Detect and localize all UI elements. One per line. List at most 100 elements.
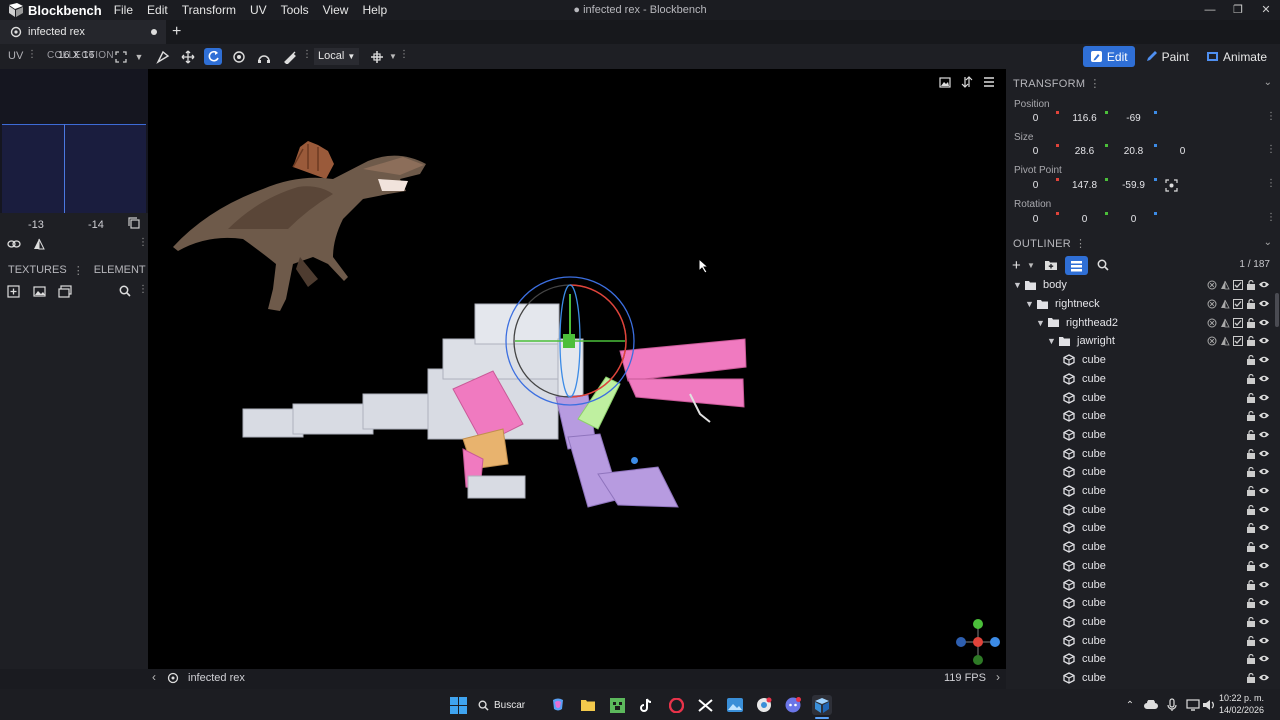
eye-icon[interactable]	[1257, 467, 1270, 477]
taskbar-search[interactable]: Buscar	[478, 695, 525, 715]
outliner-cube-row[interactable]: cube	[1006, 444, 1274, 463]
eye-icon[interactable]	[1257, 299, 1270, 309]
lock-icon[interactable]	[1244, 560, 1257, 571]
outliner-cube-row[interactable]: cube	[1006, 613, 1274, 632]
tiktok-icon[interactable]	[636, 695, 656, 715]
rotation-gizmo[interactable]	[503, 274, 638, 409]
export-toggle-icon[interactable]	[1205, 299, 1218, 309]
rotation-y-input[interactable]: 0	[1061, 212, 1108, 228]
lock-icon[interactable]	[1244, 542, 1257, 553]
mirror-toggle-icon[interactable]	[1218, 318, 1231, 328]
outliner-search-icon[interactable]	[1097, 259, 1109, 274]
export-toggle-icon[interactable]	[1205, 280, 1218, 290]
network-icon[interactable]	[1185, 697, 1201, 713]
size-x-input[interactable]: 0	[1012, 144, 1059, 160]
size-z-input[interactable]: 20.8	[1110, 144, 1157, 160]
expand-arrow-icon[interactable]: ▼	[1024, 299, 1035, 309]
blockbench-taskbar-icon[interactable]	[812, 695, 832, 715]
viewport-3d[interactable]	[148, 69, 1006, 669]
textures-tab[interactable]: TEXTURES	[8, 264, 67, 276]
outliner-group-row[interactable]: ▼ righthead2	[1006, 313, 1274, 332]
mode-animate-button[interactable]: Animate	[1199, 46, 1274, 67]
uv-coord-x[interactable]: -13	[28, 219, 44, 231]
uv-grid[interactable]	[2, 124, 146, 213]
export-toggle-icon[interactable]	[1205, 336, 1218, 346]
capcut-icon[interactable]	[695, 695, 715, 715]
uv-editor[interactable]	[0, 69, 148, 213]
outliner-cube-row[interactable]: cube	[1006, 575, 1274, 594]
outliner-cube-row[interactable]: cube	[1006, 557, 1274, 576]
lock-icon[interactable]	[1244, 616, 1257, 627]
lock-icon[interactable]	[1244, 579, 1257, 590]
pivot-tool-icon[interactable]	[230, 48, 248, 65]
outliner-cube-row[interactable]: cube	[1006, 426, 1274, 445]
outliner-cube-row[interactable]: cube	[1006, 482, 1274, 501]
vertex-tool-icon[interactable]	[255, 48, 273, 65]
tail-group[interactable]	[242, 393, 444, 438]
lock-icon[interactable]	[1244, 392, 1257, 403]
pivot-x-input[interactable]: 0	[1012, 178, 1059, 194]
transform-more-icon[interactable]: ⋮	[1089, 78, 1100, 90]
copy-icon[interactable]	[128, 217, 140, 232]
minecraft-icon[interactable]	[607, 695, 627, 715]
minimize-icon[interactable]: —	[1196, 0, 1224, 20]
lock-icon[interactable]	[1244, 299, 1257, 310]
expand-arrow-icon[interactable]: ▼	[1012, 280, 1023, 290]
leg-purple-group[interactable]	[555, 394, 679, 508]
menu-transform[interactable]: Transform	[182, 3, 236, 17]
pivot-more-icon[interactable]: ⋮	[1266, 178, 1276, 189]
mode-paint-button[interactable]: Paint	[1138, 46, 1196, 67]
pivot-y-input[interactable]: 147.8	[1061, 178, 1108, 194]
position-more-icon[interactable]: ⋮	[1266, 111, 1276, 122]
search-icon[interactable]	[119, 285, 131, 300]
rotation-more-icon[interactable]: ⋮	[1266, 212, 1276, 223]
maximize-icon[interactable]: ❐	[1224, 0, 1252, 20]
file-explorer-icon[interactable]	[578, 695, 598, 715]
windows-start-icon[interactable]	[448, 695, 468, 715]
lock-icon[interactable]	[1244, 654, 1257, 665]
transform-collapse-icon[interactable]: ⌄	[1264, 77, 1272, 88]
position-z-input[interactable]: -69	[1110, 111, 1157, 127]
textures-more-icon[interactable]: ⋮	[73, 264, 84, 277]
chevron-right-icon[interactable]: ›	[996, 670, 1000, 684]
tools-more-icon[interactable]: ⋮	[302, 49, 312, 60]
system-clock[interactable]: 10:22 p. m. 14/02/2026	[1219, 692, 1264, 716]
lock-icon[interactable]	[1244, 317, 1257, 328]
viewport-menu-icon[interactable]	[978, 74, 1000, 90]
eye-icon[interactable]	[1257, 542, 1270, 552]
eye-icon[interactable]	[1257, 318, 1270, 328]
toolbar-more-icon[interactable]: ⋮	[399, 49, 409, 60]
position-y-input[interactable]: 116.6	[1061, 111, 1108, 127]
brush-icon[interactable]	[281, 48, 299, 65]
outliner-cube-row[interactable]: cube	[1006, 538, 1274, 557]
inflate-input[interactable]: 0	[1159, 144, 1206, 160]
import-texture-icon[interactable]	[33, 285, 46, 301]
menu-view[interactable]: View	[323, 3, 349, 17]
rotation-z-input[interactable]: 0	[1110, 212, 1157, 228]
outliner-collapse-icon[interactable]: ⌄	[1264, 237, 1272, 248]
visibility-check-icon[interactable]	[1231, 280, 1244, 291]
close-icon[interactable]: ✕	[1252, 0, 1280, 20]
pivot-dot[interactable]	[631, 457, 638, 464]
eye-icon[interactable]	[1257, 393, 1270, 403]
axis-gizmo[interactable]	[953, 617, 1003, 667]
mirror-toggle-icon[interactable]	[1218, 280, 1231, 290]
tab-infected-rex[interactable]: infected rex	[0, 20, 166, 44]
eye-icon[interactable]	[1257, 505, 1270, 515]
rotation-x-input[interactable]: 0	[1012, 212, 1059, 228]
lock-icon[interactable]	[1244, 429, 1257, 440]
outliner-cube-row[interactable]: cube	[1006, 594, 1274, 613]
outliner-cube-row[interactable]: cube	[1006, 370, 1274, 389]
onedrive-icon[interactable]	[1143, 697, 1159, 713]
menu-file[interactable]: File	[114, 3, 133, 17]
lock-icon[interactable]	[1244, 486, 1257, 497]
textures-tools-more-icon[interactable]: ⋮	[138, 284, 148, 295]
menu-uv[interactable]: UV	[250, 3, 267, 17]
eye-icon[interactable]	[1257, 673, 1270, 683]
vertex-snap-icon[interactable]	[154, 48, 172, 65]
eye-icon[interactable]	[1257, 580, 1270, 590]
eye-icon[interactable]	[1257, 374, 1270, 384]
add-group-icon[interactable]	[1044, 259, 1058, 274]
model-mesh[interactable]	[238, 269, 758, 519]
sort-icon[interactable]	[956, 74, 978, 90]
